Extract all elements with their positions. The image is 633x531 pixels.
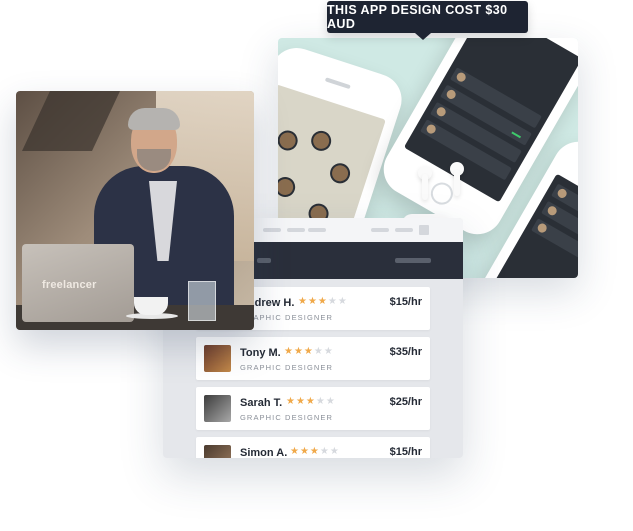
airpod-left-stem — [422, 174, 428, 200]
freelancer-card-tony[interactable]: Tony M. ★★★★★ GRAPHIC DESIGNER $35/hr — [196, 337, 430, 380]
bar-placeholder — [371, 228, 389, 232]
freelancer-rate: $15/hr — [389, 446, 422, 458]
freelancer-card-sarah[interactable]: Sarah T. ★★★★★ GRAPHIC DESIGNER $25/hr — [196, 387, 430, 430]
map-avatar-pin — [308, 128, 334, 154]
bar-placeholder — [308, 228, 326, 232]
freelancer-photo: freelancer — [16, 91, 254, 330]
freelancer-name: Tony M. — [240, 347, 281, 359]
water-glass — [188, 281, 216, 321]
freelancer-card-simon[interactable]: Simon A. ★★★★★ GRAPHIC DESIGNER $15/hr — [196, 437, 430, 458]
star-rating: ★★★★★ — [290, 446, 340, 457]
star-rating: ★★★★★ — [286, 396, 336, 407]
freelancer-role: GRAPHIC DESIGNER — [240, 363, 334, 372]
laptop-brand-logo: freelancer — [42, 279, 97, 291]
coffee-cup — [134, 297, 168, 315]
star-rating: ★★★★★ — [298, 296, 348, 307]
freelancer-rate: $15/hr — [389, 296, 422, 308]
app-cost-tooltip: THIS APP DESIGN COST $30 AUD — [327, 1, 528, 40]
avatar — [204, 395, 231, 422]
freelancer-rate: $35/hr — [389, 346, 422, 358]
bar-square-placeholder — [419, 225, 429, 235]
header-placeholder — [395, 258, 431, 263]
freelancer-rate: $25/hr — [389, 396, 422, 408]
freelancer-name: Sarah T. — [240, 397, 283, 409]
map-avatar-pin — [327, 160, 353, 186]
map-avatar-pin — [278, 174, 298, 200]
freelancer-role: GRAPHIC DESIGNER — [240, 413, 334, 422]
header-placeholder — [257, 258, 271, 263]
phone-speaker — [324, 77, 351, 90]
freelancer-name: Simon A. — [240, 447, 288, 458]
phone-home-button — [426, 178, 457, 209]
bar-placeholder — [263, 228, 281, 232]
man-hair — [128, 108, 180, 130]
bar-placeholder — [395, 228, 413, 232]
star-rating: ★★★★★ — [284, 346, 334, 357]
avatar — [204, 345, 231, 372]
tooltip-text: THIS APP DESIGN COST $30 AUD — [327, 3, 508, 31]
bar-placeholder — [287, 228, 305, 232]
avatar — [204, 445, 231, 458]
airpod-right-stem — [454, 170, 460, 196]
map-avatar-pin — [278, 127, 301, 154]
ceiling-beam — [22, 91, 120, 151]
